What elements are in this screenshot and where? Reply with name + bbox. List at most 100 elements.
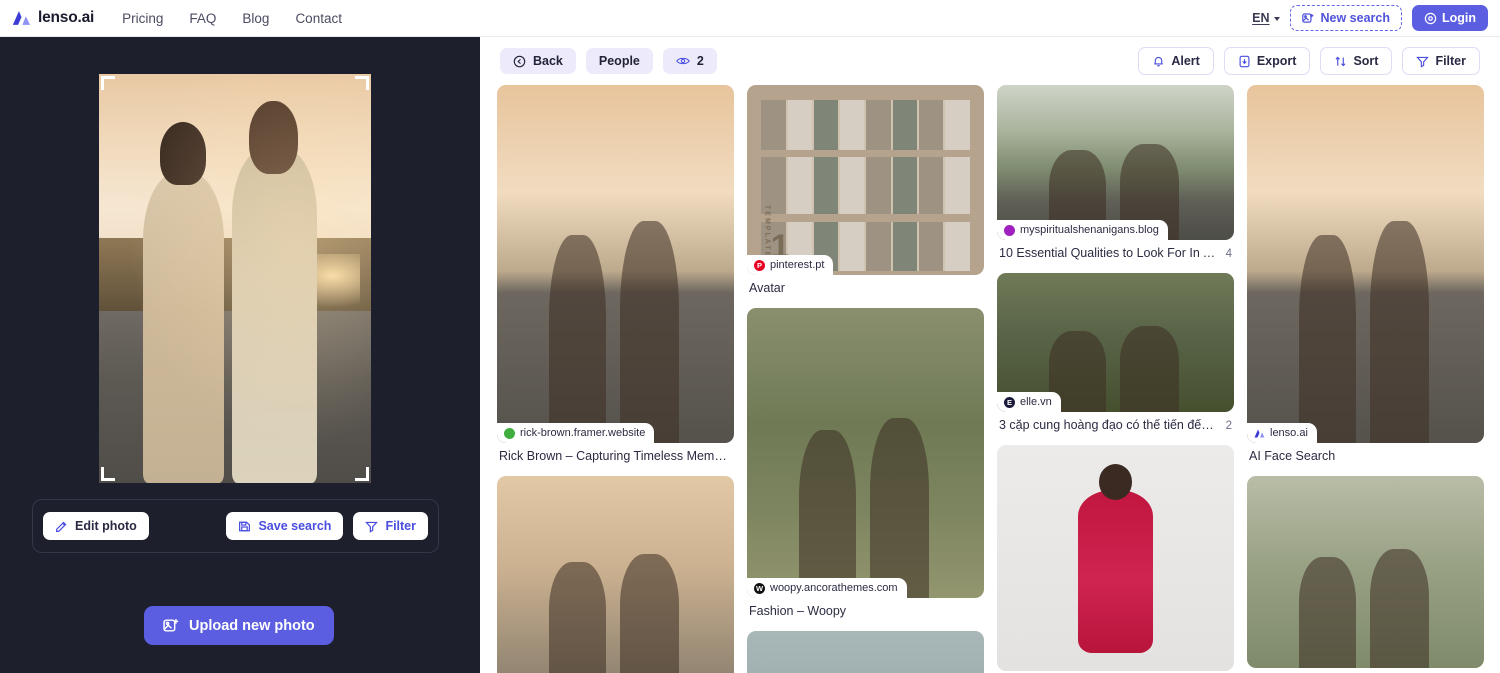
back-label: Back [533,54,563,68]
thumbnail-image [497,85,734,443]
image-tools-panel: Edit photo Save search Filter [32,499,439,553]
result-thumbnail[interactable] [497,476,734,673]
result-thumbnail[interactable]: myspiritualshenanigans.blog [997,85,1234,240]
result-thumbnail[interactable] [1247,476,1484,668]
results-column: rick-brown.framer.website Rick Brown – Ca… [497,85,734,673]
crop-handle-bottom-left[interactable] [101,467,115,481]
dress-subject [1077,464,1154,653]
result-card[interactable]: Eelle.vn 3 cặp cung hoàng đạo có thế tiến… [997,273,1234,432]
result-match-count: 2 [1225,420,1232,432]
alert-label: Alert [1171,54,1200,68]
save-search-button[interactable]: Save search [226,512,344,540]
thumbnail-image [497,476,734,673]
crop-handle-top-left[interactable] [101,76,115,90]
upload-new-photo-button[interactable]: Upload new photo [144,606,334,645]
result-title[interactable]: Avatar [749,281,982,295]
result-card[interactable]: Wwoopy.ancorathemes.com Fashion – Woopy [747,308,984,618]
source-domain-badge[interactable]: Wwoopy.ancorathemes.com [747,578,907,598]
result-title[interactable]: Rick Brown – Capturing Timeless Memories [499,449,732,463]
language-selector[interactable]: EN [1252,11,1280,25]
filter-label: Filter [1435,54,1466,68]
image-plus-icon [1301,12,1313,23]
result-card[interactable]: TEMPLATE1 Ppinterest.pt Avatar [747,85,984,295]
result-title[interactable]: 10 Essential Qualities to Look For In An… [999,246,1218,260]
source-domain-badge[interactable]: Eelle.vn [997,392,1061,412]
export-button[interactable]: Export [1223,47,1311,75]
result-card[interactable] [997,445,1234,671]
favicon-icon [1004,224,1015,236]
user-circle-icon [1424,12,1437,24]
edit-photo-button[interactable]: Edit photo [43,512,149,540]
crop-handle-bottom-right[interactable] [355,467,369,481]
nav-link-contact[interactable]: Contact [295,11,342,26]
crop-handle-top-right[interactable] [355,76,369,90]
result-card[interactable]: myspiritualshenanigans.blog 10 Essential … [997,85,1234,260]
result-thumbnail[interactable]: Wwoopy.ancorathemes.com [747,308,984,598]
favicon-icon: W [754,582,765,594]
favicon-icon [1254,428,1265,439]
sort-label: Sort [1353,54,1379,68]
result-caption: Avatar [747,275,984,295]
result-caption: Rick Brown – Capturing Timeless Memories [497,443,734,463]
alert-button[interactable]: Alert [1138,47,1214,75]
file-download-icon [1239,55,1250,67]
result-thumbnail[interactable]: rick-brown.framer.website [497,85,734,443]
lenso-ai-search-app: lenso.ai Pricing FAQ Blog Contact EN New… [0,0,1500,673]
brand-name: lenso.ai [38,9,95,26]
result-card[interactable] [1247,476,1484,668]
result-thumbnail[interactable] [747,631,984,673]
result-card[interactable] [747,631,984,673]
results-toolbar: Back People 2 Alert Export Sort Filter [480,37,1500,85]
result-thumbnail[interactable]: lenso.ai [1247,85,1484,443]
image-sun-glow [99,74,371,483]
nav-link-pricing[interactable]: Pricing [122,11,163,26]
source-domain-badge[interactable]: myspiritualshenanigans.blog [997,220,1168,240]
result-caption: 3 cặp cung hoàng đạo có thế tiến đến h..… [997,412,1234,432]
result-thumbnail[interactable]: Eelle.vn [997,273,1234,412]
favicon-icon: E [1004,396,1015,408]
lenso-logo-icon [12,11,31,25]
query-image-preview[interactable] [99,74,371,483]
results-toolbar-actions: Alert Export Sort Filter [1128,47,1480,75]
thumbnail-image: TEMPLATE1 [747,85,984,275]
new-search-button[interactable]: New search [1289,5,1402,31]
nav-link-blog[interactable]: Blog [242,11,269,26]
result-title[interactable]: Fashion – Woopy [749,604,982,618]
funnel-icon [365,521,379,533]
upload-label: Upload new photo [189,617,315,634]
save-search-label: Save search [258,519,332,533]
result-title[interactable]: 3 cặp cung hoàng đạo có thế tiến đến h..… [999,418,1218,432]
result-card[interactable] [497,476,734,673]
result-caption: 10 Essential Qualities to Look For In An… [997,240,1234,260]
result-thumbnail[interactable]: TEMPLATE1 Ppinterest.pt [747,85,984,275]
sort-button[interactable]: Sort [1320,47,1393,75]
back-button[interactable]: Back [500,48,576,74]
result-card[interactable]: lenso.ai AI Face Search [1247,85,1484,463]
source-domain-text: elle.vn [1020,396,1052,408]
source-domain-text: pinterest.pt [770,259,825,271]
result-title[interactable]: AI Face Search [1249,449,1482,463]
export-label: Export [1256,54,1297,68]
people-filter-chip[interactable]: People [585,48,653,74]
source-domain-text: woopy.ancorathemes.com [770,582,898,594]
sidebar-filter-label: Filter [385,519,416,533]
brand-logo[interactable]: lenso.ai [12,9,94,27]
result-card[interactable]: rick-brown.framer.website Rick Brown – Ca… [497,85,734,463]
login-button[interactable]: Login [1411,5,1488,31]
nav-link-faq[interactable]: FAQ [189,11,216,26]
source-domain-badge[interactable]: rick-brown.framer.website [497,423,655,443]
visible-count-chip[interactable]: 2 [662,48,717,74]
result-thumbnail[interactable] [997,445,1234,671]
query-image [99,74,371,483]
results-column: lenso.ai AI Face Search [1247,85,1484,673]
sidebar-filter-button[interactable]: Filter [353,512,428,540]
arrow-left-circle-icon [513,55,526,67]
query-sidebar: Edit photo Save search Filter Upload new… [0,37,480,673]
source-domain-text: lenso.ai [1270,427,1308,439]
filter-button[interactable]: Filter [1402,47,1480,75]
thumbnail-image [747,308,984,598]
people-label: People [598,54,640,68]
source-domain-badge[interactable]: Ppinterest.pt [747,255,834,275]
favicon-icon: P [754,259,765,271]
source-domain-badge[interactable]: lenso.ai [1247,423,1317,443]
